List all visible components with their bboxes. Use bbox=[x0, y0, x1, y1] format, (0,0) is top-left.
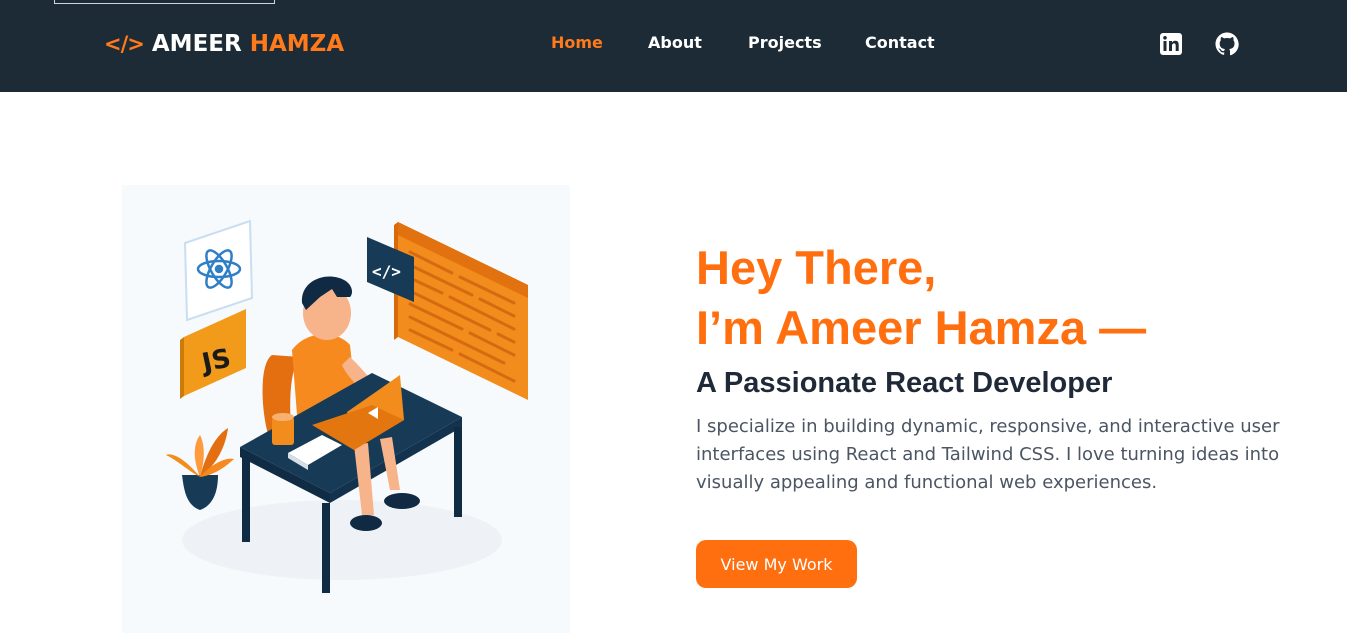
nav-home[interactable]: Home bbox=[551, 33, 603, 52]
focus-outline bbox=[54, 0, 275, 4]
linkedin-icon[interactable] bbox=[1159, 32, 1183, 56]
view-my-work-button[interactable]: View My Work bbox=[696, 540, 857, 588]
nav-contact[interactable]: Contact bbox=[865, 33, 935, 52]
navbar: </> AMEER HAMZA Home About Projects Cont… bbox=[0, 0, 1347, 92]
hero-illustration: </> JS bbox=[122, 185, 570, 633]
hero-content: Hey There, I’m Ameer Hamza — A Passionat… bbox=[696, 238, 1316, 497]
nav-projects[interactable]: Projects bbox=[748, 33, 822, 52]
nav-about[interactable]: About bbox=[648, 33, 702, 52]
js-badge: JS bbox=[180, 309, 246, 399]
hero-subheading: A Passionate React Developer bbox=[696, 367, 1113, 399]
hero-heading: Hey There, I’m Ameer Hamza — bbox=[696, 238, 1316, 358]
code-badge-label: </> bbox=[372, 262, 401, 281]
github-icon[interactable] bbox=[1215, 32, 1239, 56]
hero-heading-line1: Hey There, bbox=[696, 241, 937, 294]
code-window-icon bbox=[394, 222, 528, 400]
main-nav: Home About Projects Contact bbox=[0, 33, 1347, 55]
react-icon bbox=[183, 219, 254, 322]
hero-heading-line2: I’m Ameer Hamza — bbox=[696, 301, 1147, 354]
hero-description: I specialize in building dynamic, respon… bbox=[696, 416, 1280, 493]
